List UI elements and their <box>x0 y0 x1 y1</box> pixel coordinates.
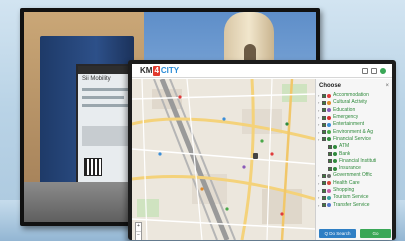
category-checkbox[interactable] <box>322 188 326 193</box>
category-icon <box>327 93 331 98</box>
category-item[interactable]: › Health Care <box>318 180 392 187</box>
category-label: Cultural Activity <box>333 99 368 106</box>
category-label: Accommodation <box>333 92 369 99</box>
category-label: Transfer Service <box>333 201 370 208</box>
category-checkbox[interactable] <box>322 173 326 178</box>
category-icon <box>327 108 331 113</box>
go-button[interactable]: Go <box>360 229 391 238</box>
category-checkbox[interactable] <box>322 100 326 105</box>
header-icons <box>362 66 390 76</box>
category-icon <box>333 152 337 157</box>
logo-four: 4 <box>153 66 160 76</box>
category-list: › Accommodation › Cultural Activity › Educati… <box>318 92 392 209</box>
category-label: Financial Instituti <box>339 157 377 164</box>
subcategory-item[interactable]: ATM <box>318 143 392 150</box>
kiosk-text-line <box>82 88 132 91</box>
category-checkbox[interactable] <box>328 152 332 157</box>
category-label: Emergency <box>333 114 359 121</box>
category-checkbox[interactable] <box>322 122 326 127</box>
title-bar: KM 4 CITY <box>132 64 392 78</box>
category-checkbox[interactable] <box>322 130 326 135</box>
category-label: Insurance <box>339 165 361 172</box>
category-label: ATM <box>339 143 350 150</box>
panel-header: Choose × <box>319 82 391 92</box>
category-icon <box>327 173 331 178</box>
category-icon <box>327 188 331 193</box>
category-label: Education <box>333 106 356 113</box>
category-item[interactable]: › Financial Service <box>318 136 392 143</box>
zoom-controls: + − <box>135 222 142 240</box>
category-icon <box>333 144 337 149</box>
km4city-logo[interactable]: KM 4 CITY <box>140 66 179 76</box>
category-item[interactable]: › Emergency <box>318 114 392 121</box>
category-panel: Choose × › Accommodation › Cultural Activit… <box>315 79 392 240</box>
category-checkbox[interactable] <box>328 144 332 149</box>
category-icon <box>327 203 331 208</box>
category-label: Financial Service <box>333 135 372 142</box>
kiosk-title: Sii Mobility <box>82 76 111 82</box>
category-icon <box>327 122 331 127</box>
category-label: Bank <box>339 150 351 157</box>
map-canvas[interactable] <box>132 79 315 240</box>
category-icon <box>333 166 337 171</box>
category-checkbox[interactable] <box>328 159 332 164</box>
category-item[interactable]: › Tourism Service <box>318 194 392 201</box>
tablet-window: KM 4 CITY + − Choose × › Accommodation ›… <box>128 60 396 240</box>
category-label: Government Offic <box>333 172 373 179</box>
category-icon <box>327 195 331 200</box>
category-label: Health Care <box>333 179 360 186</box>
logo-km: KM <box>140 66 153 75</box>
category-item[interactable]: › Environment & Ag <box>318 128 392 135</box>
category-checkbox[interactable] <box>322 137 326 142</box>
status-icon[interactable] <box>380 68 386 74</box>
category-item[interactable]: › Transfer Service <box>318 201 392 208</box>
city-map[interactable]: + − <box>132 79 315 240</box>
close-icon[interactable]: × <box>385 82 389 90</box>
category-item[interactable]: › Education <box>318 107 392 114</box>
zoom-out-button[interactable]: − <box>136 232 141 240</box>
category-checkbox[interactable] <box>322 115 326 120</box>
window-icon[interactable] <box>362 68 368 74</box>
category-icon <box>327 100 331 105</box>
category-item[interactable]: › Accommodation <box>318 92 392 99</box>
kiosk-map-thumb <box>82 126 134 146</box>
panel-title: Choose <box>319 83 342 89</box>
category-icon <box>327 115 331 120</box>
category-checkbox[interactable] <box>322 181 326 186</box>
category-item[interactable]: › Shopping <box>318 187 392 194</box>
category-checkbox[interactable] <box>322 195 326 200</box>
kiosk-text-line <box>82 96 124 99</box>
search-button[interactable]: Q Do Search <box>319 229 357 238</box>
subcategory-item[interactable]: Financial Instituti <box>318 158 392 165</box>
category-icon <box>327 181 331 186</box>
category-label: Entertainment <box>333 121 365 128</box>
category-icon <box>327 137 331 142</box>
kiosk-text-line <box>82 104 130 107</box>
category-item[interactable]: › Entertainment <box>318 121 392 128</box>
category-checkbox[interactable] <box>328 166 332 171</box>
category-icon <box>327 130 331 135</box>
category-checkbox[interactable] <box>322 203 326 208</box>
category-icon <box>333 159 337 164</box>
panel-buttons: Q Do Search Go <box>319 229 391 238</box>
category-checkbox[interactable] <box>322 108 326 113</box>
category-label: Tourism Service <box>333 194 369 201</box>
subcategory-item[interactable]: Insurance <box>318 165 392 172</box>
category-checkbox[interactable] <box>322 93 326 98</box>
zoom-in-button[interactable]: + <box>136 223 141 232</box>
category-item[interactable]: › Cultural Activity <box>318 99 392 106</box>
logo-city: CITY <box>160 66 180 75</box>
category-label: Shopping <box>333 187 355 193</box>
category-label: Environment & Ag <box>333 128 374 135</box>
qr-code-icon <box>84 158 102 176</box>
category-item[interactable]: › Government Offic <box>318 172 392 179</box>
settings-icon[interactable] <box>371 68 377 74</box>
subcategory-item[interactable]: Bank <box>318 150 392 157</box>
